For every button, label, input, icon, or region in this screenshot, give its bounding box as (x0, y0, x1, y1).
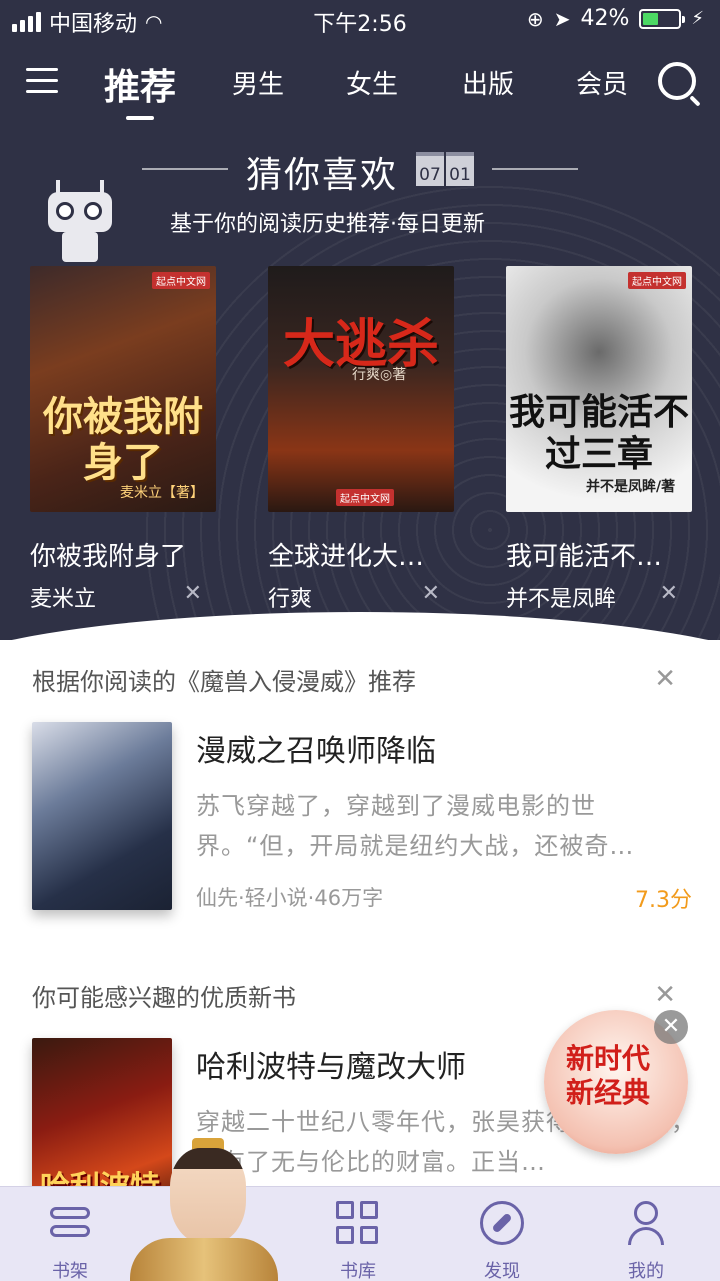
item-description: 苏飞穿越了，穿越到了漫威电影的世界。“但，开局就是纽约大战，还被奇… (196, 792, 635, 860)
section-heading: 根据你阅读的《魔兽入侵漫威》推荐 (32, 668, 416, 696)
rotation-lock-icon: ⊕ (526, 6, 544, 31)
close-icon[interactable]: ✕ (654, 664, 676, 694)
book-author: 并不是凤眸 (506, 587, 617, 612)
grid-icon (336, 1201, 380, 1245)
tab-publish[interactable]: 出版 (462, 64, 514, 101)
book-cover[interactable]: 起点中文网 你被我附身了 麦米立【著】 (30, 266, 216, 512)
item-score: 7.3分 (635, 888, 692, 913)
tab-library[interactable]: 书库 (308, 1201, 408, 1281)
cover-title: 你被我附身了 (43, 394, 203, 486)
date-badge: 07 01 (416, 152, 474, 186)
close-icon[interactable]: ✕ (654, 980, 676, 1010)
guess-book-card[interactable]: 大逃杀 行爽◎著 起点中文网 全球进化大… 行爽 ✕ (268, 266, 454, 613)
book-cover[interactable]: 起点中文网 我可能活不过三章 并不是凤眸/著 (506, 266, 692, 512)
dismiss-icon[interactable]: ✕ (422, 581, 440, 606)
menu-icon[interactable] (26, 68, 58, 94)
top-nav: 推荐 男生 女生 出版 会员 (0, 52, 720, 120)
book-author-row: 麦米立 ✕ (30, 581, 216, 613)
user-icon (624, 1201, 668, 1245)
tab-male[interactable]: 男生 (232, 64, 284, 101)
battery-icon (639, 8, 686, 29)
book-cover[interactable]: 大逃杀 行爽◎著 起点中文网 (268, 266, 454, 512)
publisher-tag: 起点中文网 (152, 272, 210, 289)
date-month: 07 (416, 152, 444, 186)
book-author-row: 行爽 ✕ (268, 581, 454, 613)
promo-close-icon[interactable]: ✕ (654, 1010, 688, 1044)
dismiss-icon[interactable]: ✕ (184, 581, 202, 606)
book-title[interactable]: 你被我附身了 (30, 536, 216, 573)
status-bar: 中国移动 ◠ 下午2:56 ⊕ ➤ 42% ⚡ (0, 0, 720, 40)
guess-book-card[interactable]: 起点中文网 我可能活不过三章 并不是凤眸/著 我可能活不… 并不是凤眸 ✕ (506, 266, 692, 613)
app-screen: 中国移动 ◠ 下午2:56 ⊕ ➤ 42% ⚡ 推荐 男生 女生 出版 会员 猜… (0, 0, 720, 1281)
date-day: 01 (446, 152, 474, 186)
list-item[interactable]: 漫威之召唤师降临 苏飞穿越了，穿越到了漫威电影的世界。“但，开局就是纽约大战，还… (32, 722, 692, 913)
tab-bookshelf[interactable]: 书架 (20, 1201, 120, 1281)
item-title[interactable]: 哈利波特与魔改大师 (196, 1042, 466, 1086)
tab-label: 书架 (52, 1261, 88, 1281)
book-author: 行爽 (268, 587, 313, 612)
wave-decoration-right (492, 168, 578, 170)
item-title[interactable]: 漫威之召唤师降临 (196, 726, 436, 770)
cover-author: 行爽◎著 (352, 367, 407, 383)
tab-discover[interactable]: 发现 (452, 1201, 552, 1281)
book-author-row: 并不是凤眸 ✕ (506, 581, 692, 613)
cover-title: 我可能活不过三章 (508, 392, 689, 475)
book-author: 麦米立 (30, 587, 97, 612)
cover-author: 麦米立【著】 (120, 485, 204, 501)
tab-label: 我的 (628, 1261, 664, 1281)
publisher-tag: 起点中文网 (628, 272, 686, 289)
book-thumbnail[interactable] (32, 722, 172, 910)
tab-female[interactable]: 女生 (346, 64, 398, 101)
compass-icon (480, 1201, 524, 1245)
dismiss-icon[interactable]: ✕ (660, 581, 678, 606)
item-meta: 仙先·轻小说·46万字 (196, 886, 384, 910)
battery-percent: 42% (580, 6, 630, 31)
charging-icon: ⚡ (691, 8, 704, 29)
status-right: ⊕ ➤ 42% ⚡ (527, 6, 704, 31)
tab-member[interactable]: 会员 (576, 64, 628, 101)
guess-book-card[interactable]: 起点中文网 你被我附身了 麦米立【著】 你被我附身了 麦米立 ✕ (30, 266, 216, 613)
bookshelf-icon (48, 1201, 92, 1245)
tab-recommend[interactable]: 推荐 (104, 58, 176, 120)
guess-subtitle: 基于你的阅读历史推荐·每日更新 (170, 212, 485, 237)
guess-title: 猜你喜欢 (246, 155, 399, 196)
tab-mine[interactable]: 我的 (596, 1201, 696, 1281)
mascot-character-image[interactable] (130, 1138, 278, 1281)
promo-text: 新时代新经典 (566, 1042, 651, 1109)
bottom-tab-bar: 书架 书库 发现 我的 (0, 1186, 720, 1281)
tab-label: 书库 (340, 1261, 376, 1281)
location-icon: ➤ (553, 6, 571, 31)
tab-label: 发现 (484, 1261, 520, 1281)
book-title[interactable]: 全球进化大… (268, 536, 454, 573)
section-heading: 你可能感兴趣的优质新书 (32, 984, 296, 1012)
robot-mascot-icon (30, 180, 130, 270)
publisher-tag: 起点中文网 (336, 489, 394, 506)
wave-decoration-left (142, 168, 228, 170)
search-icon[interactable] (658, 62, 696, 100)
book-title[interactable]: 我可能活不… (506, 536, 692, 573)
cover-author: 并不是凤眸/著 (586, 479, 676, 495)
